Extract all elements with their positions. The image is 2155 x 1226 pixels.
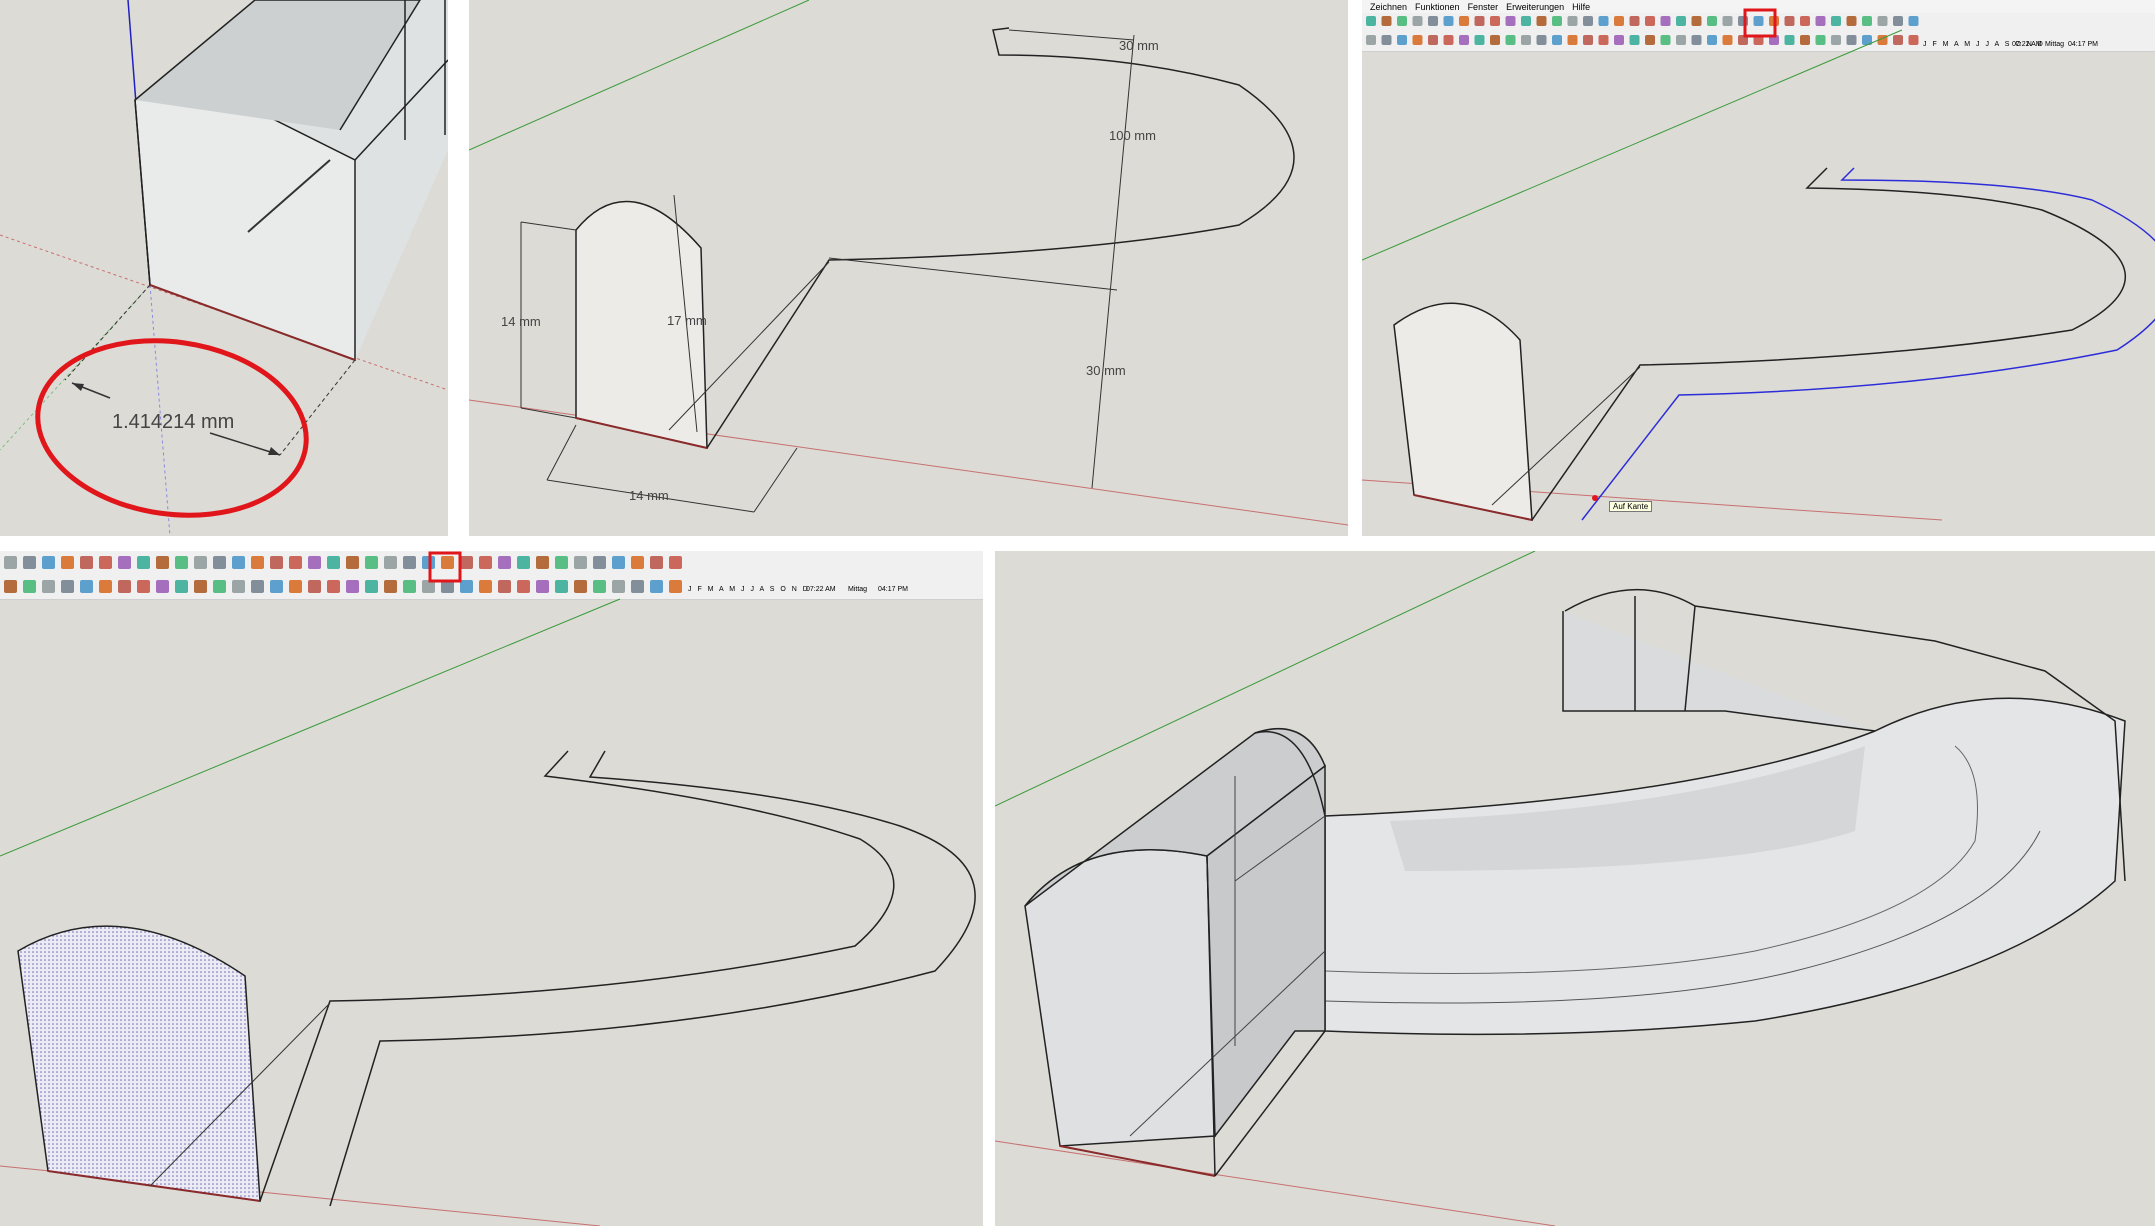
dim-left-height: 14 mm [501, 314, 541, 329]
block-front-face [1024, 849, 1216, 1147]
dim-right: 30 mm [1086, 363, 1126, 378]
dim-top: 30 mm [1119, 38, 1159, 53]
ring-end-cap [1562, 611, 1876, 732]
sweep-path-selected [1581, 167, 2155, 521]
green-axis [0, 598, 621, 857]
dim-bottom-width: 14 mm [629, 488, 669, 503]
model-canvas-3[interactable] [1362, 0, 2155, 536]
sweep-path-outer [1531, 167, 2127, 521]
dim-radius: 100 mm [1109, 128, 1156, 143]
model-canvas-1[interactable]: 1.414214 mm [0, 0, 448, 536]
profile-face-selected[interactable] [17, 925, 261, 1202]
viewport-panel-4[interactable]: J F M A M J J A S O N D 07:22 AM Mittag … [0, 551, 983, 1226]
model-canvas-4[interactable] [0, 551, 983, 1226]
sweep-path [706, 27, 1295, 449]
sweep-path-inner [329, 750, 976, 1207]
model-canvas-5[interactable] [995, 551, 2155, 1226]
dimension-label: 1.414214 mm [112, 411, 234, 433]
green-axis [1362, 29, 1903, 261]
red-axis [995, 1140, 1556, 1226]
dim-arch-height: 17 mm [667, 313, 707, 328]
model-canvas-2[interactable]: 14 mm 17 mm 14 mm 30 mm 100 mm 30 mm [469, 0, 1348, 536]
viewport-panel-2[interactable]: 14 mm 17 mm 14 mm 30 mm 100 mm 30 mm [469, 0, 1348, 536]
sweep-path-outer [259, 750, 895, 1202]
viewport-panel-1[interactable]: 1.414214 mm [0, 0, 448, 536]
tooltip: Auf Kante [1609, 501, 1653, 512]
viewport-panel-3[interactable]: Zeichnen Funktionen Fenster Erweiterunge… [1362, 0, 2155, 536]
viewport-panel-5[interactable] [995, 551, 2155, 1226]
green-axis [469, 0, 810, 151]
